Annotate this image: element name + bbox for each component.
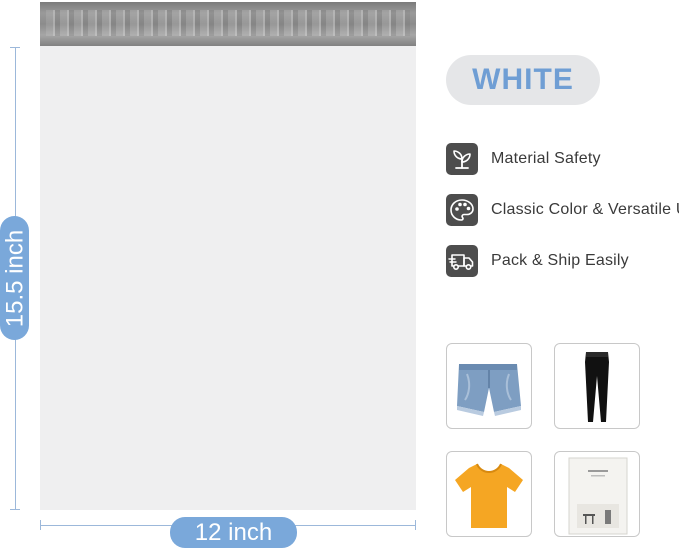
black-leggings-image <box>554 343 640 429</box>
seal-texture <box>46 10 410 36</box>
height-label: 15.5 inch <box>1 229 29 328</box>
mailer-bag-image <box>40 2 416 510</box>
palette-icon <box>446 194 478 226</box>
height-measure-cap-bottom <box>10 509 20 510</box>
width-label: 12 inch <box>170 517 297 548</box>
yellow-tshirt-image <box>446 451 532 537</box>
feature-label-classic-color: Classic Color & Versatile Use <box>491 201 679 218</box>
book-image <box>554 451 640 537</box>
feature-label-pack-ship: Pack & Ship Easily <box>491 252 629 269</box>
color-name-badge: WHITE <box>446 55 600 105</box>
truck-icon <box>446 245 478 277</box>
feature-label-material-safety: Material Safety <box>491 150 601 167</box>
width-measure-cap-right <box>415 520 416 530</box>
width-measure-cap-left <box>40 520 41 530</box>
height-measure-cap-top <box>10 47 20 48</box>
denim-shorts-image <box>446 343 532 429</box>
sprout-icon <box>446 143 478 175</box>
